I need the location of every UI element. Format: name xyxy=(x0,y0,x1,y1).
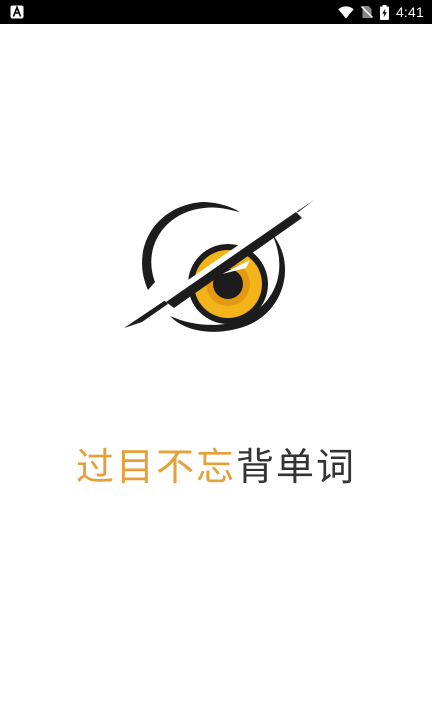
status-bar: 4:41 xyxy=(0,0,432,24)
status-icons: 4:41 xyxy=(338,0,424,24)
app-title: 过目不忘背单词 xyxy=(0,442,432,492)
wifi-icon xyxy=(338,5,354,18)
no-sim-icon xyxy=(360,6,373,18)
app-title-accent: 过目不忘 xyxy=(75,445,236,489)
owl-eye-logo xyxy=(124,200,314,332)
app-title-main: 背单词 xyxy=(236,445,357,489)
status-time: 4:41 xyxy=(395,4,424,20)
battery-charging-icon xyxy=(379,4,389,20)
notification-a-icon xyxy=(10,5,24,19)
